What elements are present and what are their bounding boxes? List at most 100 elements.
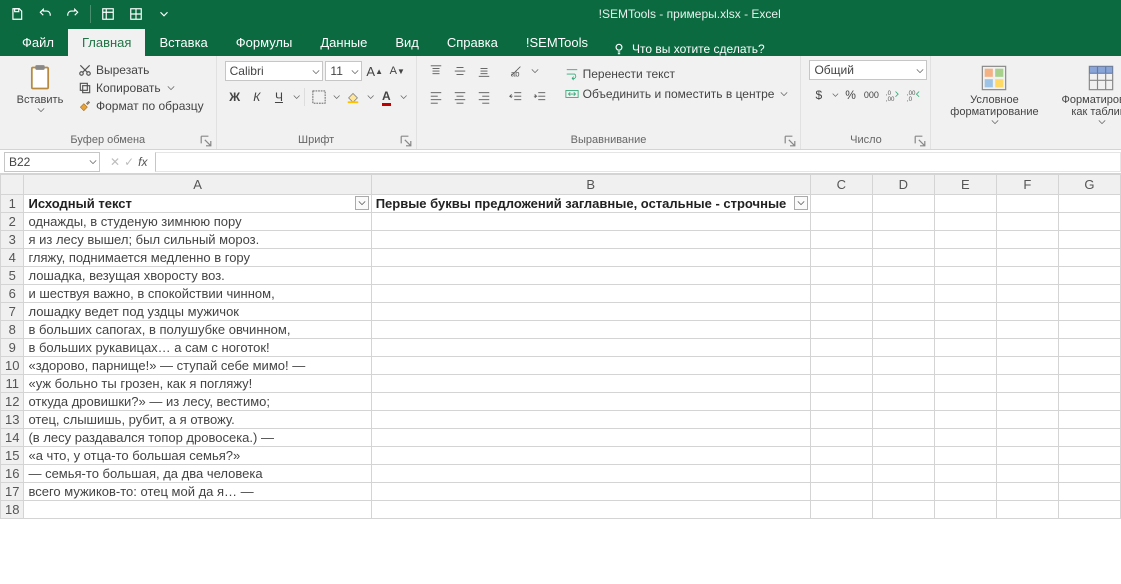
cancel-formula-button[interactable]: ✕: [110, 155, 120, 169]
chevron-down-icon[interactable]: [531, 67, 539, 75]
cell[interactable]: [810, 339, 872, 357]
format-as-table-button[interactable]: Форматировать как таблицу: [1051, 60, 1121, 128]
cell[interactable]: [371, 501, 810, 519]
cell[interactable]: [872, 357, 934, 375]
cell[interactable]: [872, 447, 934, 465]
cell[interactable]: [810, 483, 872, 501]
cell[interactable]: [371, 429, 810, 447]
row-header[interactable]: 3: [1, 231, 24, 249]
cell[interactable]: [996, 303, 1058, 321]
chevron-down-icon[interactable]: [293, 93, 300, 101]
cell[interactable]: [810, 249, 872, 267]
cell[interactable]: [996, 213, 1058, 231]
cell[interactable]: [934, 195, 996, 213]
cell[interactable]: [371, 249, 810, 267]
cell[interactable]: [996, 447, 1058, 465]
cell[interactable]: «здорово, парнище!» — ступай себе мимо! …: [24, 357, 371, 375]
cell[interactable]: [996, 411, 1058, 429]
row-header[interactable]: 2: [1, 213, 24, 231]
chevron-down-icon[interactable]: [367, 93, 374, 101]
cell[interactable]: [872, 501, 934, 519]
cell[interactable]: «уж больно ты грозен, как я погляжу!: [24, 375, 371, 393]
undo-button[interactable]: [32, 2, 58, 26]
cell[interactable]: лошадку ведет под уздцы мужичок: [24, 303, 371, 321]
cell[interactable]: [872, 339, 934, 357]
cell[interactable]: [934, 357, 996, 375]
cut-button[interactable]: Вырезать: [74, 62, 208, 78]
column-header[interactable]: F: [996, 175, 1058, 195]
confirm-formula-button[interactable]: ✓: [124, 155, 134, 169]
cell[interactable]: [810, 213, 872, 231]
cell[interactable]: [371, 465, 810, 483]
row-header[interactable]: 16: [1, 465, 24, 483]
row-header[interactable]: 15: [1, 447, 24, 465]
cell[interactable]: [1058, 213, 1120, 231]
cell[interactable]: [934, 231, 996, 249]
cell[interactable]: [371, 213, 810, 231]
cell[interactable]: [810, 357, 872, 375]
column-header[interactable]: B: [371, 175, 810, 195]
cell[interactable]: [1058, 501, 1120, 519]
cell[interactable]: [934, 429, 996, 447]
column-header[interactable]: D: [872, 175, 934, 195]
dialog-launcher-icon[interactable]: [400, 135, 412, 147]
cell[interactable]: [934, 501, 996, 519]
cell[interactable]: однажды, в студеную зимнюю пору: [24, 213, 371, 231]
cell[interactable]: [934, 375, 996, 393]
cell[interactable]: [996, 249, 1058, 267]
cell[interactable]: [872, 213, 934, 231]
cell[interactable]: откуда дровишки?» — из лесу, вестимо;: [24, 393, 371, 411]
currency-button[interactable]: $: [809, 84, 828, 106]
cell[interactable]: [1058, 393, 1120, 411]
cell[interactable]: [996, 483, 1058, 501]
cell[interactable]: [1058, 321, 1120, 339]
cell[interactable]: [934, 213, 996, 231]
cell[interactable]: [1058, 411, 1120, 429]
cell[interactable]: [934, 249, 996, 267]
formula-input[interactable]: [155, 152, 1121, 172]
cell[interactable]: [371, 357, 810, 375]
cell[interactable]: [934, 483, 996, 501]
cell[interactable]: я из лесу вышел; был сильный мороз.: [24, 231, 371, 249]
font-color-button[interactable]: А: [376, 86, 396, 108]
cell[interactable]: [371, 321, 810, 339]
cell[interactable]: [810, 231, 872, 249]
decrease-indent-button[interactable]: [505, 86, 527, 108]
cell[interactable]: [996, 375, 1058, 393]
row-header[interactable]: 7: [1, 303, 24, 321]
align-right-button[interactable]: [473, 86, 495, 108]
name-box[interactable]: B22: [4, 152, 100, 172]
borders-button[interactable]: [309, 86, 329, 108]
row-header[interactable]: 18: [1, 501, 24, 519]
cell[interactable]: [24, 501, 371, 519]
cell[interactable]: [996, 429, 1058, 447]
cell[interactable]: [934, 411, 996, 429]
cell[interactable]: в больших рукавицах… а сам с ноготок!: [24, 339, 371, 357]
cell[interactable]: [934, 285, 996, 303]
tab-file[interactable]: Файл: [8, 29, 68, 56]
copy-button[interactable]: Копировать: [74, 80, 208, 96]
cell[interactable]: [872, 321, 934, 339]
cell[interactable]: [371, 303, 810, 321]
wrap-text-button[interactable]: Перенести текст: [561, 66, 793, 82]
cell[interactable]: [810, 303, 872, 321]
cell[interactable]: [872, 483, 934, 501]
merge-center-button[interactable]: Объединить и поместить в центре: [561, 86, 793, 102]
cell[interactable]: [1058, 447, 1120, 465]
row-header[interactable]: 5: [1, 267, 24, 285]
dialog-launcher-icon[interactable]: [914, 135, 926, 147]
underline-button[interactable]: Ч: [269, 86, 289, 108]
cell[interactable]: [371, 267, 810, 285]
cell[interactable]: [872, 249, 934, 267]
cell[interactable]: [934, 267, 996, 285]
cell[interactable]: [1058, 195, 1120, 213]
cell[interactable]: [872, 231, 934, 249]
row-header[interactable]: 17: [1, 483, 24, 501]
cell[interactable]: [996, 357, 1058, 375]
cell[interactable]: [371, 447, 810, 465]
cell[interactable]: [1058, 357, 1120, 375]
row-header[interactable]: 11: [1, 375, 24, 393]
cell[interactable]: [1058, 375, 1120, 393]
font-name-select[interactable]: Calibri: [225, 61, 324, 81]
align-center-button[interactable]: [449, 86, 471, 108]
